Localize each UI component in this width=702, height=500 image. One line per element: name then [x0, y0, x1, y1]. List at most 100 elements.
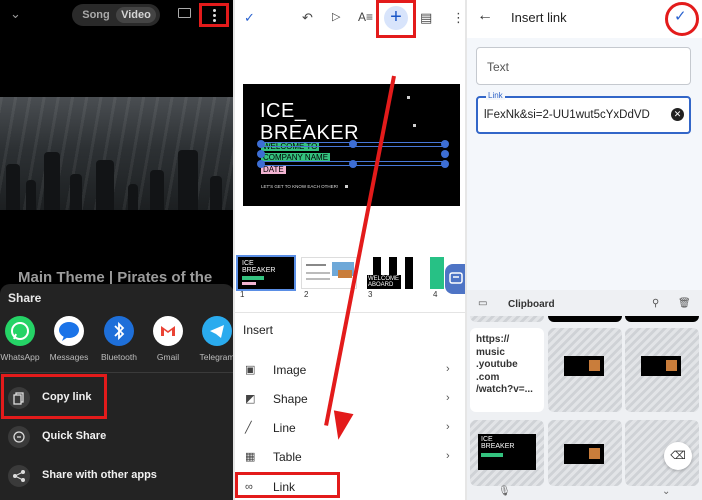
table-icon: ▦	[245, 451, 256, 463]
clipboard-title: Clipboard	[508, 299, 555, 310]
decor-mark	[407, 96, 410, 99]
dot-icon	[213, 19, 216, 22]
clipboard-image-item[interactable]	[548, 328, 622, 412]
video-figure	[70, 174, 82, 210]
clipboard-thumb-title: BREAKER	[481, 443, 515, 450]
thumb-title: BREAKER	[242, 267, 276, 274]
clipboard-item[interactable]	[625, 316, 699, 322]
thumb-decor	[306, 278, 330, 280]
clear-icon[interactable]: ✕	[671, 108, 684, 121]
share-app-gmail[interactable]: Gmail	[142, 316, 194, 362]
insert-item-label: Table	[273, 450, 302, 464]
hide-keyboard-chevron-icon[interactable]: ⌄	[662, 486, 670, 497]
slide-thumbnail-1[interactable]: ICE BREAKER	[236, 255, 296, 291]
slide-thumbnail-4[interactable]	[430, 257, 444, 289]
share-app-telegram[interactable]: Telegram	[191, 316, 234, 362]
microphone-icon[interactable]: 🎙	[498, 486, 511, 497]
clipboard-image-item[interactable]	[625, 328, 699, 412]
link-url-field[interactable]: Link lFexNk&si=2-UU1wut5cYxDdVD ✕	[476, 91, 691, 134]
share-app-row: WhatsApp Messages Bluetooth Gmail Telegr…	[0, 316, 234, 366]
undo-icon[interactable]: ↶	[302, 10, 313, 26]
whatsapp-icon	[5, 316, 35, 346]
slide-canvas[interactable]: ICE_ BREAKER WELCOME TO COMPANY NAME DAT…	[243, 84, 460, 206]
back-arrow-icon[interactable]: ←	[477, 7, 493, 25]
slide-tagline: LET'S GET TO KNOW EACH OTHER!	[261, 184, 339, 189]
slide-thumbnail-3[interactable]: WELCOME ABOARD	[365, 257, 421, 289]
line-icon: ╱	[245, 422, 252, 434]
resize-handle[interactable]	[257, 150, 265, 158]
telegram-icon	[202, 316, 232, 346]
song-video-toggle[interactable]: Song Video	[72, 4, 160, 26]
insert-link-header: ← Insert link ✓	[466, 0, 702, 38]
thumb-decor	[306, 272, 330, 274]
resize-handle[interactable]	[349, 140, 357, 148]
link-text-placeholder: Text	[487, 60, 510, 74]
clipboard-url-item[interactable]: https:// music .youtube .com /watch?v=..…	[470, 328, 544, 412]
insert-item-label: Shape	[273, 392, 308, 406]
link-field-label: Link	[486, 91, 505, 100]
clipboard-thumbnail	[564, 444, 604, 464]
dot-icon	[213, 14, 216, 17]
insert-table-item[interactable]: ▦ Table ›	[234, 444, 466, 472]
done-check-icon[interactable]: ✓	[244, 10, 255, 26]
keyboard-icon[interactable]: ▭	[478, 298, 487, 309]
youtube-music-panel: ⌄ Song Video Main Theme | Pirates of the…	[0, 0, 234, 500]
clipboard-item[interactable]	[548, 316, 622, 322]
insert-item-label: Image	[273, 363, 307, 377]
share-app-label: WhatsApp	[0, 352, 40, 362]
slide-thumbnail-2[interactable]	[301, 257, 357, 289]
clipboard-url-text: https:// music .youtube .com /watch?v=..…	[476, 334, 533, 395]
slide-layout-button[interactable]	[445, 264, 466, 294]
present-play-icon[interactable]: ▷	[332, 10, 340, 23]
video-figure	[210, 176, 222, 210]
video-frame[interactable]	[0, 97, 234, 210]
thumb-image	[338, 270, 352, 278]
share-app-whatsapp[interactable]: WhatsApp	[0, 316, 46, 362]
backspace-button[interactable]: ⌫	[664, 442, 692, 470]
quick-share-row[interactable]: Quick Share	[0, 418, 234, 456]
pin-icon[interactable]: ⚲	[652, 298, 659, 309]
link-text-field[interactable]: Text	[476, 47, 691, 85]
share-other-apps-row[interactable]: Share with other apps	[0, 457, 234, 495]
resize-handle[interactable]	[349, 160, 357, 168]
clipboard-image-item[interactable]	[548, 420, 622, 486]
resize-handle[interactable]	[257, 160, 265, 168]
more-options-button[interactable]	[199, 3, 229, 27]
screenshot-root: ⌄ Song Video Main Theme | Pirates of the…	[0, 0, 702, 500]
video-figure	[26, 180, 36, 210]
plus-icon: +	[384, 6, 408, 30]
share-app-bluetooth[interactable]: Bluetooth	[93, 316, 145, 362]
video-tab[interactable]: Video	[116, 7, 156, 23]
comment-icon[interactable]: ▤	[420, 10, 432, 26]
resize-handle[interactable]	[441, 140, 449, 148]
more-options-icon[interactable]: ⋮	[452, 10, 465, 26]
slides-toolbar: ✓ ↶ ▷ A≡ + ▤ ⋮	[234, 0, 466, 38]
resize-handle[interactable]	[441, 160, 449, 168]
insert-plus-button[interactable]: +	[376, 0, 416, 38]
insert-link-title: Insert link	[511, 10, 567, 25]
chevron-right-icon: ›	[446, 392, 450, 404]
bluetooth-icon	[104, 316, 134, 346]
collapse-chevron-icon[interactable]: ⌄	[10, 6, 21, 22]
slide-number: 4	[433, 290, 438, 299]
share-app-messages[interactable]: Messages	[43, 316, 95, 362]
insert-link-panel: ← Insert link ✓ Text Link lFexNk&si=2-UU…	[466, 0, 702, 500]
insert-shape-item[interactable]: ◩ Shape ›	[234, 386, 466, 414]
share-app-label: Messages	[49, 352, 89, 362]
chevron-right-icon: ›	[446, 363, 450, 375]
cast-icon[interactable]	[178, 8, 191, 18]
clipboard-item[interactable]	[470, 316, 544, 322]
song-tab[interactable]: Song	[76, 7, 116, 23]
thumb-decor	[242, 276, 264, 280]
panel-divider	[233, 0, 235, 500]
video-figure	[96, 160, 114, 210]
text-format-icon[interactable]: A≡	[358, 10, 373, 24]
clipboard-image-item[interactable]: ICE BREAKER	[470, 420, 544, 486]
divider	[0, 372, 234, 373]
resize-handle[interactable]	[441, 150, 449, 158]
resize-handle[interactable]	[257, 140, 265, 148]
insert-image-item[interactable]: ▣ Image ›	[234, 357, 466, 385]
trash-icon[interactable]: 🗑	[678, 298, 691, 309]
confirm-button[interactable]: ✓	[665, 2, 699, 36]
thumb-decor	[306, 264, 326, 266]
